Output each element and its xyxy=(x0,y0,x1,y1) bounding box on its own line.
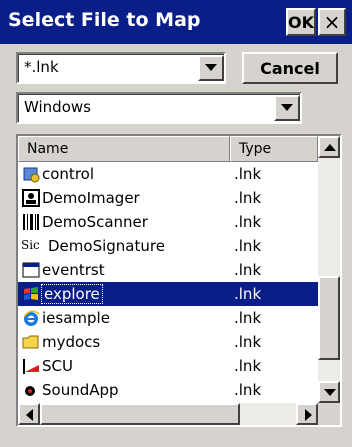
window-app-icon xyxy=(22,262,40,278)
ok-button[interactable]: OK xyxy=(286,8,316,36)
cancel-button[interactable]: Cancel xyxy=(242,52,338,84)
signature-icon: Sic xyxy=(21,238,40,252)
file-filter-value: *.lnk xyxy=(24,58,59,76)
item-name: DemoScanner xyxy=(42,213,148,231)
item-type: .lnk xyxy=(234,381,262,399)
arrow-up-icon xyxy=(324,144,336,151)
item-type: .lnk xyxy=(234,261,262,279)
item-type: .lnk xyxy=(234,309,262,327)
item-name: SCU xyxy=(42,357,73,375)
folder-dropdown-button[interactable] xyxy=(274,95,300,121)
item-name: DemoSignature xyxy=(48,237,165,255)
list-item[interactable]: mydocs .lnk xyxy=(18,330,318,354)
folder-icon xyxy=(22,335,39,349)
imager-icon xyxy=(22,189,40,207)
item-name: control xyxy=(42,165,94,183)
item-type: .lnk xyxy=(234,213,262,231)
speaker-icon xyxy=(25,386,35,396)
chevron-down-icon xyxy=(281,104,293,111)
list-item[interactable]: SoundApp .lnk xyxy=(18,378,318,402)
item-name: explore xyxy=(41,284,103,304)
arrow-right-icon xyxy=(305,409,312,421)
window-title: Select File to Map xyxy=(8,9,201,31)
scroll-up-button[interactable] xyxy=(318,136,340,158)
list-item[interactable]: SCU .lnk xyxy=(18,354,318,378)
horizontal-scroll-thumb[interactable] xyxy=(40,403,240,425)
scroll-down-button[interactable] xyxy=(318,381,340,403)
horizontal-scrollbar[interactable] xyxy=(18,403,318,425)
close-button[interactable]: × xyxy=(318,8,346,36)
list-item[interactable]: DemoImager .lnk xyxy=(18,186,318,210)
folder-value: Windows xyxy=(24,98,91,116)
column-header-type[interactable]: Type xyxy=(230,136,318,162)
list-item[interactable]: eventrst .lnk xyxy=(18,258,318,282)
list-item[interactable]: DemoScanner .lnk xyxy=(18,210,318,234)
list-item[interactable]: iesample .lnk xyxy=(18,306,318,330)
windows-flag-icon xyxy=(24,287,38,300)
column-header-name[interactable]: Name xyxy=(18,136,230,162)
list-item[interactable]: Sic DemoSignature .lnk xyxy=(18,234,318,258)
item-type: .lnk xyxy=(234,237,262,255)
scu-icon xyxy=(23,359,39,374)
control-panel-icon xyxy=(23,167,40,183)
barcode-icon xyxy=(23,214,39,230)
item-name: mydocs xyxy=(42,333,101,351)
item-type: .lnk xyxy=(234,357,262,375)
item-type: .lnk xyxy=(234,189,262,207)
list-item-selected[interactable]: explore .lnk xyxy=(18,282,318,306)
item-type: .lnk xyxy=(234,165,262,183)
scroll-right-button[interactable] xyxy=(296,403,318,425)
item-name: SoundApp xyxy=(42,381,119,399)
item-name: DemoImager xyxy=(42,189,140,207)
arrow-left-icon xyxy=(26,409,33,421)
folder-combo[interactable]: Windows xyxy=(16,92,302,124)
vertical-scroll-thumb[interactable] xyxy=(318,276,340,360)
internet-explorer-icon xyxy=(23,310,40,326)
list-item[interactable]: control .lnk xyxy=(18,162,318,186)
chevron-down-icon xyxy=(205,64,217,71)
scroll-left-button[interactable] xyxy=(18,403,40,425)
file-filter-combo[interactable]: *.lnk xyxy=(16,52,226,84)
scrollbar-corner xyxy=(318,403,340,425)
item-type: .lnk xyxy=(234,285,262,303)
vertical-scrollbar[interactable] xyxy=(318,136,340,403)
arrow-down-icon xyxy=(324,389,336,396)
item-name: eventrst xyxy=(42,261,105,279)
file-list[interactable]: Name Type control .lnk DemoImager .lnk D… xyxy=(16,134,342,427)
item-name: iesample xyxy=(42,309,110,327)
file-filter-dropdown-button[interactable] xyxy=(198,55,224,81)
item-type: .lnk xyxy=(234,333,262,351)
